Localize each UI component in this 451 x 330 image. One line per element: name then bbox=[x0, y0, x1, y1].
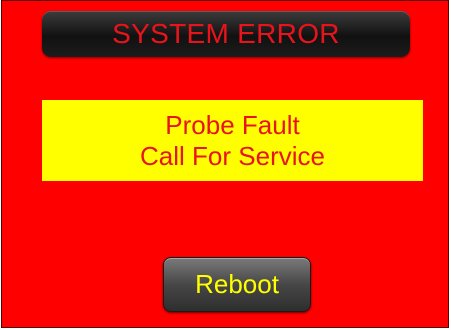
page-title: SYSTEM ERROR bbox=[112, 18, 340, 49]
error-message-line-1: Probe Fault bbox=[165, 109, 300, 140]
title-bar: SYSTEM ERROR bbox=[42, 11, 410, 57]
reboot-button[interactable]: Reboot bbox=[163, 257, 311, 312]
error-message-box: Probe Fault Call For Service bbox=[42, 100, 423, 181]
reboot-button-label: Reboot bbox=[195, 269, 279, 299]
error-screen: SYSTEM ERROR Probe Fault Call For Servic… bbox=[1, 0, 449, 328]
error-message-line-2: Call For Service bbox=[140, 140, 325, 171]
